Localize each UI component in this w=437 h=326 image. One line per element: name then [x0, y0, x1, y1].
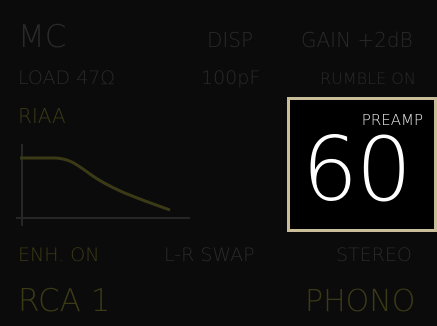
eq-curve-label[interactable]: RIAA: [18, 106, 66, 126]
eq-curve-graph: [16, 144, 190, 226]
load-setting[interactable]: LOAD 47Ω: [18, 69, 115, 88]
riaa-curve-line: [20, 156, 171, 212]
enhance-setting[interactable]: ENH. ON: [18, 246, 99, 265]
lr-swap-setting[interactable]: L-R SWAP: [164, 246, 255, 265]
preamp-display: MC DISP GAIN +2dB LOAD 47Ω 100pF RUMBLE …: [0, 0, 437, 326]
channel-mode-setting[interactable]: STEREO: [336, 246, 412, 265]
volume-panel[interactable]: PREAMP 60: [287, 97, 437, 232]
capacitance-setting[interactable]: 100pF: [201, 69, 260, 88]
cartridge-mode[interactable]: MC: [18, 22, 66, 53]
rumble-filter-setting[interactable]: RUMBLE ON: [320, 71, 416, 87]
input-name[interactable]: RCA 1: [18, 286, 110, 317]
source-type[interactable]: PHONO: [305, 287, 415, 317]
volume-value: 60: [302, 118, 412, 221]
display-button[interactable]: DISP: [207, 30, 253, 50]
gain-setting[interactable]: GAIN +2dB: [301, 30, 413, 50]
